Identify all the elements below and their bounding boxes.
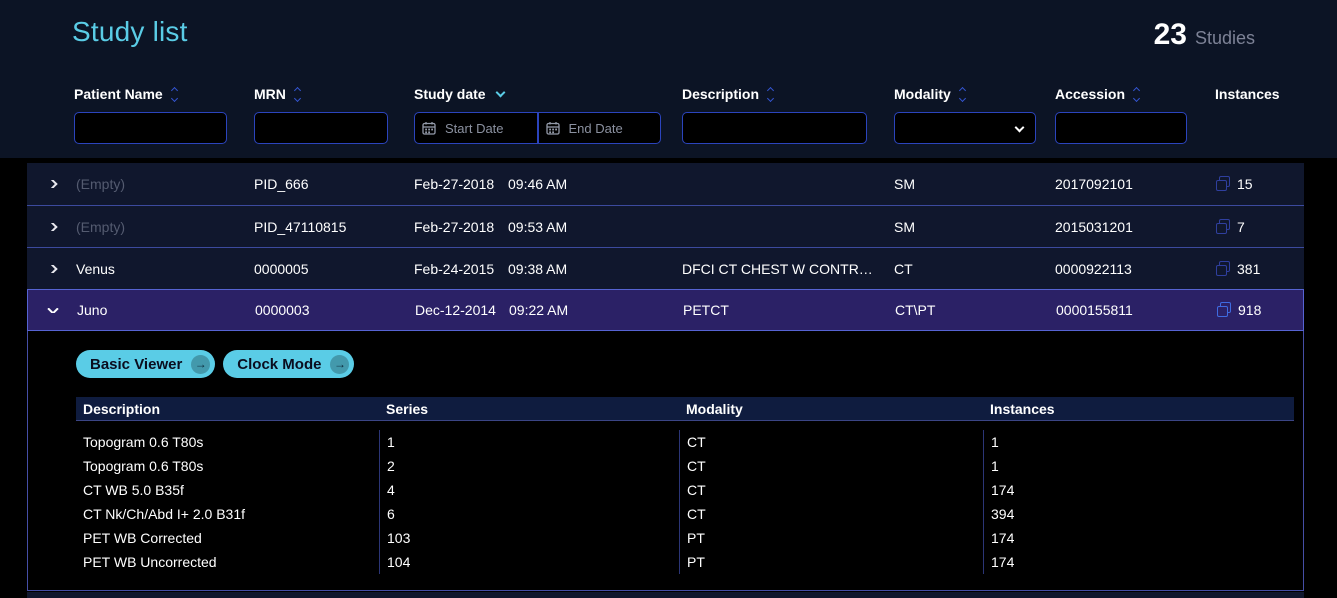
modality-select[interactable]	[894, 112, 1036, 144]
studylist-header: Study list 23 Studies Patient Name MRN S…	[0, 0, 1337, 158]
mrn-cell: PID_47110815	[254, 219, 414, 235]
end-date-field	[538, 112, 662, 144]
start-date-field	[414, 112, 538, 144]
modality-cell: CT\PT	[895, 302, 1056, 318]
date-range-picker	[414, 112, 661, 144]
series-table-header: Description Series Modality Instances	[76, 397, 1294, 421]
description-input[interactable]	[682, 112, 867, 144]
study-date-cell: Feb-24-201509:38 AM	[414, 261, 682, 277]
accession-cell: 2015031201	[1055, 219, 1213, 235]
instances-copy-icon	[1215, 176, 1231, 192]
patient-name-cell: (Empty)	[76, 176, 254, 192]
column-header-study-date[interactable]: Study date	[414, 86, 682, 102]
filter-col-patient-name: Patient Name	[74, 86, 254, 144]
next-study-row-peek[interactable]	[27, 592, 1304, 598]
column-header-patient-name[interactable]: Patient Name	[74, 86, 254, 102]
instances-copy-icon	[1215, 261, 1231, 277]
series-header-modality: Modality	[679, 401, 983, 417]
series-row: PET WB Uncorrected 104 PT 174	[76, 550, 1294, 574]
end-date-input[interactable]	[538, 112, 662, 144]
page-title: Study list	[72, 16, 188, 48]
study-count-number: 23	[1154, 18, 1187, 52]
clock-mode-button[interactable]: Clock Mode →	[223, 350, 354, 378]
sort-icon	[1134, 88, 1139, 101]
modality-cell: SM	[894, 176, 1055, 192]
arrow-right-icon: →	[330, 355, 349, 374]
column-header-mrn[interactable]: MRN	[254, 86, 414, 102]
study-count: 23 Studies	[1154, 18, 1255, 52]
mrn-cell: 0000005	[254, 261, 414, 277]
series-table-body: Topogram 0.6 T80s 1 CT 1 Topogram 0.6 T8…	[76, 430, 1294, 574]
study-table: (Empty) PID_666 Feb-27-201809:46 AM SM 2…	[27, 163, 1304, 591]
filter-col-description: Description	[682, 86, 894, 144]
filter-col-accession: Accession	[1055, 86, 1215, 144]
sort-icon	[172, 88, 177, 101]
column-header-description[interactable]: Description	[682, 86, 894, 102]
description-cell: DFCI CT CHEST W CONTR…	[682, 261, 894, 277]
series-header-series: Series	[379, 401, 679, 417]
mrn-input[interactable]	[254, 112, 388, 144]
instances-cell: 381	[1213, 261, 1304, 277]
study-date-cell: Feb-27-201809:53 AM	[414, 219, 682, 235]
modality-cell: CT	[894, 261, 1055, 277]
accession-cell: 0000155811	[1056, 302, 1214, 318]
filter-bar: Patient Name MRN Study date	[74, 86, 1335, 144]
study-row-juno-selected[interactable]: Juno 0000003 Dec-12-201409:22 AM PETCT C…	[27, 289, 1304, 331]
description-cell: PETCT	[683, 302, 895, 318]
sort-icon	[295, 88, 300, 101]
series-row: Topogram 0.6 T80s 1 CT 1	[76, 430, 1294, 454]
study-date-cell: Feb-27-201809:46 AM	[414, 176, 682, 192]
study-row-pid47110815[interactable]: (Empty) PID_47110815 Feb-27-201809:53 AM…	[27, 205, 1304, 247]
series-header-instances: Instances	[983, 401, 1294, 417]
filter-col-instances: Instances	[1215, 86, 1335, 144]
study-row-pid666[interactable]: (Empty) PID_666 Feb-27-201809:46 AM SM 2…	[27, 163, 1304, 205]
expand-chevron-icon[interactable]	[27, 180, 76, 188]
study-count-label: Studies	[1195, 28, 1255, 49]
start-date-input[interactable]	[414, 112, 538, 144]
patient-name-cell: (Empty)	[76, 219, 254, 235]
chevron-down-icon	[1015, 123, 1025, 133]
series-row: CT WB 5.0 B35f 4 CT 174	[76, 478, 1294, 502]
basic-viewer-button[interactable]: Basic Viewer →	[76, 350, 215, 378]
column-header-accession[interactable]: Accession	[1055, 86, 1215, 102]
accession-input[interactable]	[1055, 112, 1187, 144]
collapse-chevron-icon[interactable]	[28, 308, 77, 313]
instances-copy-icon	[1215, 219, 1231, 235]
series-header-description: Description	[76, 401, 379, 417]
patient-name-input[interactable]	[74, 112, 227, 144]
accession-cell: 0000922113	[1055, 261, 1213, 277]
instances-cell: 15	[1213, 176, 1304, 192]
sort-desc-icon	[495, 88, 505, 98]
column-header-instances: Instances	[1215, 86, 1335, 102]
expand-chevron-icon[interactable]	[27, 265, 76, 273]
mode-buttons: Basic Viewer → Clock Mode →	[76, 350, 1303, 378]
sort-icon	[960, 88, 965, 101]
accession-cell: 2017092101	[1055, 176, 1213, 192]
study-row-venus[interactable]: Venus 0000005 Feb-24-201509:38 AM DFCI C…	[27, 247, 1304, 289]
patient-name-cell: Juno	[77, 302, 255, 318]
series-row: CT Nk/Ch/Abd I+ 2.0 B31f 6 CT 394	[76, 502, 1294, 526]
instances-cell: 7	[1213, 219, 1304, 235]
column-header-modality[interactable]: Modality	[894, 86, 1055, 102]
study-date-cell: Dec-12-201409:22 AM	[415, 302, 683, 318]
mrn-cell: 0000003	[255, 302, 415, 318]
series-row: Topogram 0.6 T80s 2 CT 1	[76, 454, 1294, 478]
modality-cell: SM	[894, 219, 1055, 235]
sort-icon	[768, 88, 773, 101]
filter-col-modality: Modality	[894, 86, 1055, 144]
mrn-cell: PID_666	[254, 176, 414, 192]
filter-col-study-date: Study date	[414, 86, 682, 144]
instances-copy-icon	[1216, 302, 1232, 318]
expand-chevron-icon[interactable]	[27, 223, 76, 231]
series-table: Description Series Modality Instances To…	[76, 397, 1294, 574]
expanded-study-panel: Basic Viewer → Clock Mode → Description …	[27, 331, 1304, 591]
patient-name-cell: Venus	[76, 261, 254, 277]
instances-cell: 918	[1214, 302, 1303, 318]
filter-col-mrn: MRN	[254, 86, 414, 144]
series-row: PET WB Corrected 103 PT 174	[76, 526, 1294, 550]
arrow-right-icon: →	[191, 355, 210, 374]
